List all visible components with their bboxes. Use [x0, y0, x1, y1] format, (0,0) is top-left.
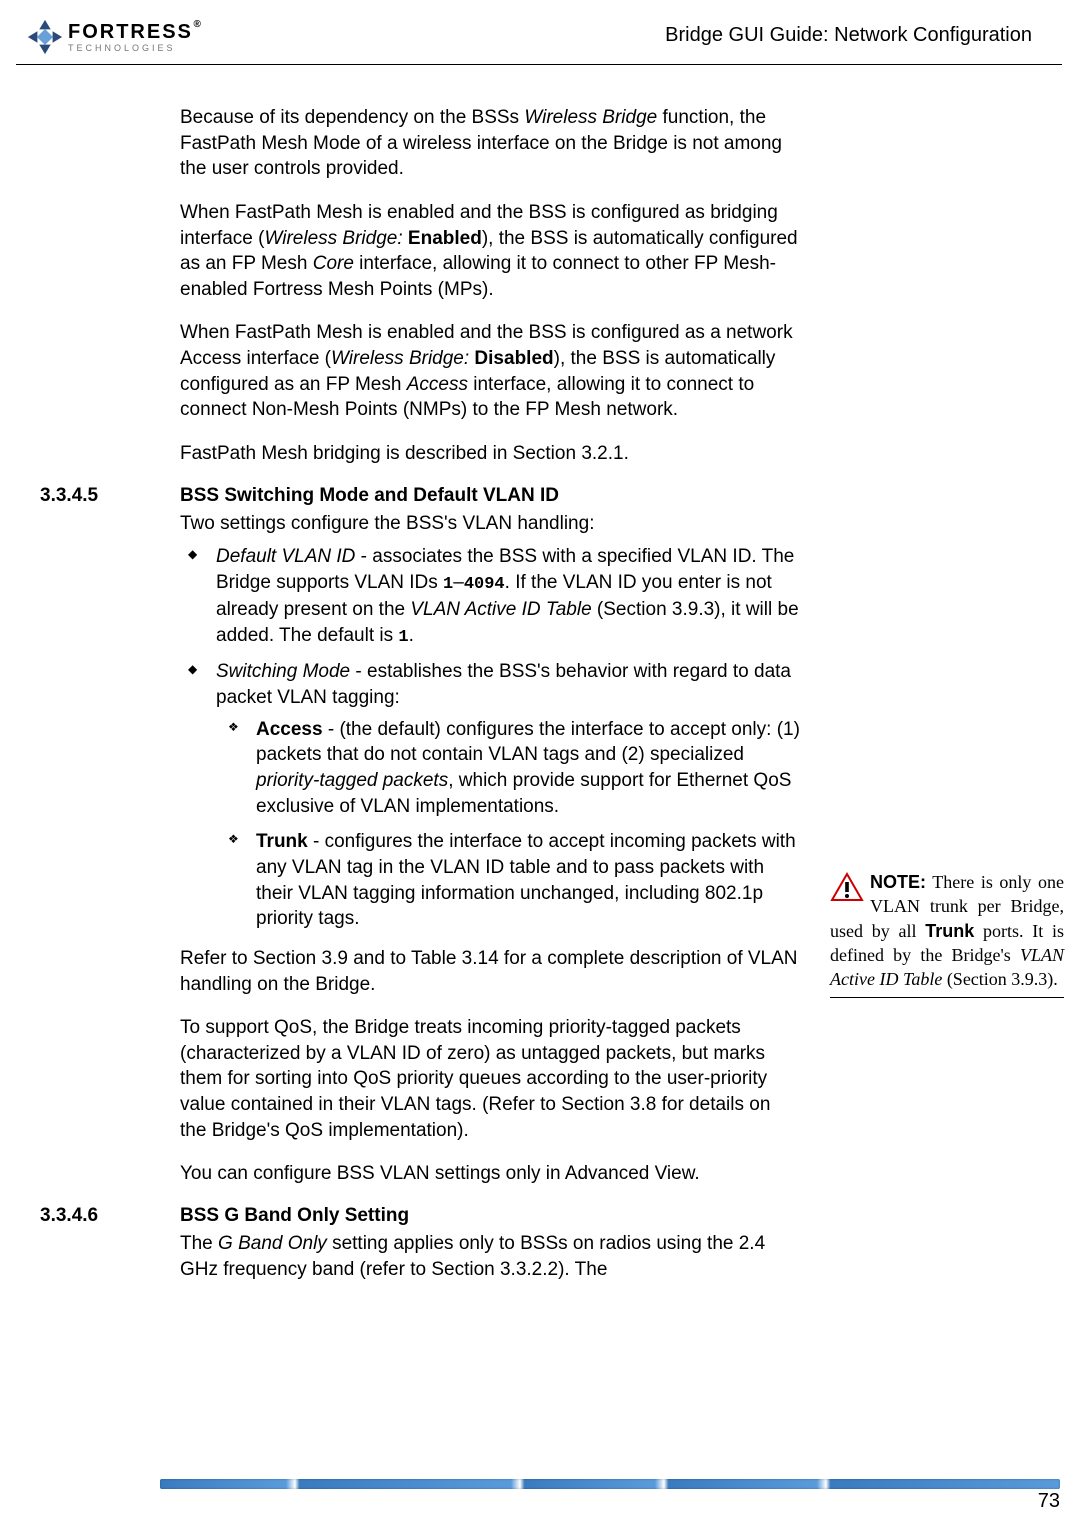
logo-text-sub: TECHNOLOGIES [68, 44, 193, 53]
paragraph: FastPath Mesh bridging is described in S… [180, 441, 800, 467]
section-title: BSS G Band Only Setting [180, 1205, 409, 1226]
sub-bullet-list: Access - (the default) configures the in… [216, 717, 800, 932]
section-heading: 3.3.4.5 BSS Switching Mode and Default V… [180, 485, 800, 507]
page-header: FORTRESS® TECHNOLOGIES Bridge GUI Guide:… [16, 0, 1062, 65]
paragraph: To support QoS, the Bridge treats incomi… [180, 1015, 800, 1143]
section-number: 3.3.4.6 [40, 1205, 98, 1227]
note-icon [830, 872, 864, 908]
list-item: Default VLAN ID - associates the BSS wit… [180, 544, 800, 649]
fortress-logo-icon [26, 18, 64, 56]
footer-decor-bar [160, 1479, 1060, 1489]
paragraph: Because of its dependency on the BSSs Wi… [180, 105, 800, 182]
section-number: 3.3.4.5 [40, 485, 98, 507]
logo-text-main: FORTRESS® [68, 22, 193, 42]
logo: FORTRESS® TECHNOLOGIES [26, 18, 193, 56]
paragraph: Refer to Section 3.9 and to Table 3.14 f… [180, 946, 800, 997]
paragraph: The G Band Only setting applies only to … [180, 1231, 800, 1282]
registered-mark: ® [194, 20, 203, 30]
page-header-title: Bridge GUI Guide: Network Configuration [665, 24, 1032, 47]
list-item: Switching Mode - establishes the BSS's b… [180, 659, 800, 931]
bullet-list: Default VLAN ID - associates the BSS wit… [180, 544, 800, 932]
paragraph: When FastPath Mesh is enabled and the BS… [180, 320, 800, 423]
paragraph: You can configure BSS VLAN settings only… [180, 1161, 800, 1187]
paragraph: When FastPath Mesh is enabled and the BS… [180, 200, 800, 303]
list-item: Access - (the default) configures the in… [216, 717, 800, 820]
side-note: NOTE: There is only one VLAN trunk per B… [830, 870, 1064, 998]
section-title: BSS Switching Mode and Default VLAN ID [180, 485, 559, 506]
page-number: 73 [1038, 1490, 1060, 1513]
note-label: NOTE: [870, 872, 926, 892]
paragraph: Two settings configure the BSS's VLAN ha… [180, 511, 800, 537]
section-heading: 3.3.4.6 BSS G Band Only Setting [180, 1205, 800, 1227]
list-item: Trunk - configures the interface to acce… [216, 829, 800, 932]
